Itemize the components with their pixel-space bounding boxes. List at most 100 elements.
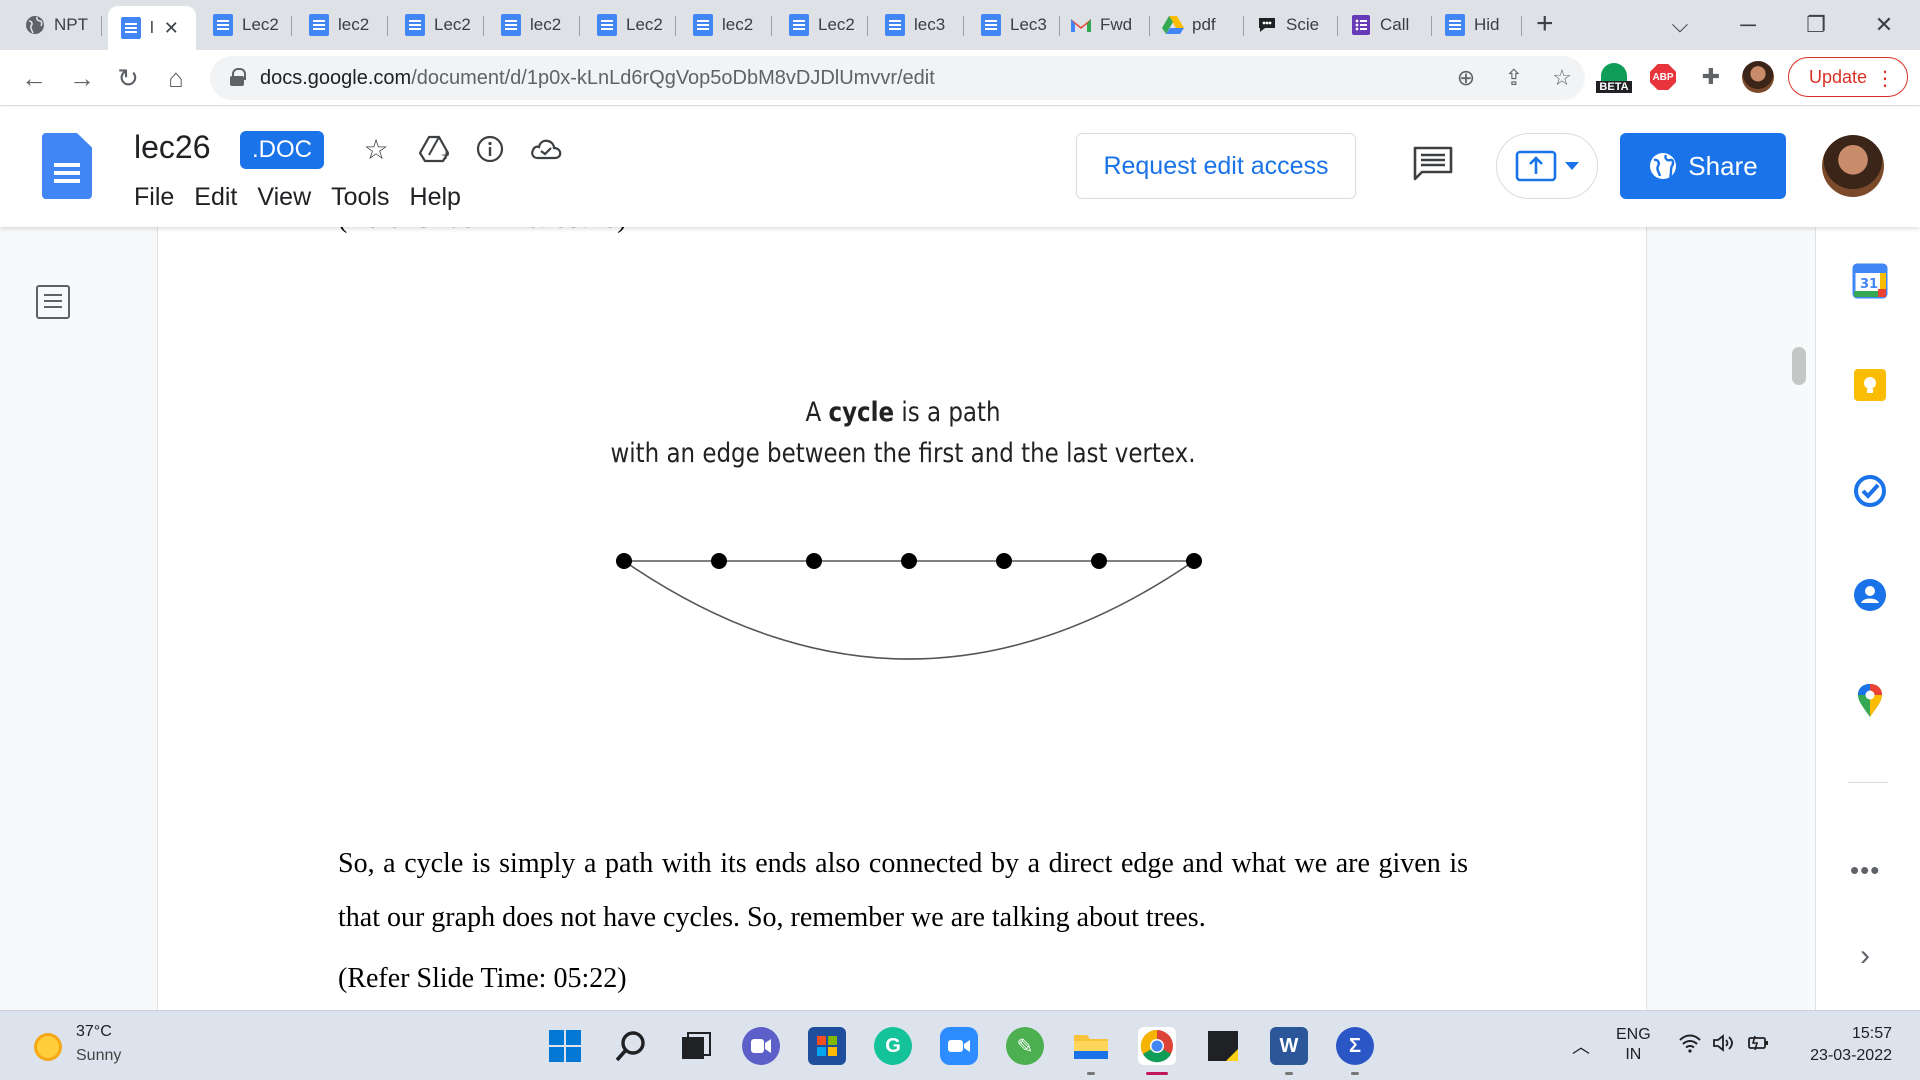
back-arrow-icon[interactable]: ← [14, 58, 54, 98]
tab-title: Lec2 [626, 15, 663, 34]
tasks-icon[interactable] [1852, 473, 1888, 509]
lock-icon[interactable] [230, 68, 246, 86]
restore-icon[interactable]: ❐ [1796, 6, 1836, 44]
docs-logo-icon[interactable] [42, 133, 92, 199]
close-window-icon[interactable]: ✕ [1864, 6, 1904, 44]
side-panel-divider [1848, 782, 1888, 783]
new-tab-button[interactable]: + [1536, 6, 1554, 42]
beta-extension-icon[interactable]: BETA [1596, 56, 1632, 100]
browser-tab[interactable]: Scie [1244, 6, 1338, 44]
zoom-app-icon[interactable] [940, 1027, 978, 1065]
menu-item-view[interactable]: View [247, 179, 321, 216]
browser-tab[interactable]: pdf [1150, 6, 1244, 44]
document-title[interactable]: lec26 [134, 129, 211, 166]
browser-tab[interactable]: Lec3 [968, 6, 1060, 44]
wifi-icon[interactable] [1678, 1033, 1702, 1059]
menu-bar: File Edit View Tools Help [124, 179, 471, 216]
contacts-icon[interactable] [1852, 577, 1888, 613]
grammarly-icon[interactable]: G [874, 1027, 912, 1065]
vertical-scrollbar-thumb[interactable] [1792, 347, 1806, 385]
chat-icon [1256, 14, 1278, 36]
present-icon [1515, 150, 1557, 182]
browser-tab[interactable]: Lec2 [584, 6, 676, 44]
request-edit-access-button[interactable]: Request edit access [1076, 133, 1356, 199]
drive-icon [1162, 14, 1184, 36]
profile-avatar[interactable] [1742, 61, 1774, 93]
tab-separator [1521, 16, 1522, 36]
teams-chat-icon[interactable] [742, 1027, 780, 1065]
zoom-icon[interactable]: ⊕ [1450, 62, 1482, 94]
update-button[interactable]: Update ⋮ [1788, 57, 1908, 97]
expand-panel-icon[interactable]: › [1860, 939, 1870, 973]
extensions-puzzle-icon[interactable]: ✚ [1696, 62, 1726, 92]
browser-tab[interactable]: Lec2 [392, 6, 484, 44]
home-icon[interactable]: ⌂ [156, 58, 196, 98]
browser-tab[interactable]: lec3 [872, 6, 964, 44]
keep-icon[interactable] [1852, 367, 1888, 403]
browser-tab[interactable]: lec2 [488, 6, 580, 44]
docs-icon [596, 14, 618, 36]
browser-tab[interactable]: lec2 [680, 6, 772, 44]
browser-tab[interactable]: Call [1338, 6, 1432, 44]
battery-icon[interactable] [1746, 1033, 1770, 1059]
info-icon[interactable] [472, 131, 508, 167]
tab-close-icon[interactable]: ✕ [164, 18, 179, 39]
tab-title: NPT [54, 15, 88, 34]
document-outline-icon[interactable] [36, 285, 70, 319]
browser-tab[interactable]: Lec2 [200, 6, 292, 44]
share-page-icon[interactable]: ⇪ [1498, 62, 1530, 94]
minimize-icon[interactable]: ─ [1728, 6, 1768, 44]
cloud-saved-icon[interactable] [528, 131, 564, 167]
menu-item-help[interactable]: Help [400, 179, 471, 216]
math-app-icon[interactable]: Σ [1336, 1027, 1374, 1075]
chevron-up-icon[interactable]: ︿ [1572, 1033, 1590, 1059]
search-icon[interactable] [612, 1027, 650, 1065]
calendar-icon[interactable]: 31 [1852, 263, 1888, 299]
star-icon[interactable]: ☆ [358, 131, 394, 167]
volume-icon[interactable] [1712, 1033, 1736, 1059]
graph-vertex [616, 553, 632, 569]
comments-icon[interactable] [1412, 145, 1454, 181]
tab-search-icon[interactable]: ⌵ [1660, 6, 1700, 44]
weather-sun-icon[interactable] [34, 1033, 62, 1061]
pen-app-icon[interactable]: ✎ [1006, 1027, 1044, 1065]
maps-icon[interactable] [1852, 683, 1888, 719]
cycle-closing-edge [623, 560, 1195, 660]
browser-tab[interactable]: Fwd [1058, 6, 1150, 44]
url-text[interactable]: docs.google.com/document/d/1p0x-kLnLd6rQ… [260, 67, 935, 90]
browser-tab[interactable]: NPT [12, 6, 102, 44]
more-addons-icon[interactable]: ••• [1850, 855, 1880, 886]
address-bar[interactable]: docs.google.com/document/d/1p0x-kLnLd6rQ… [210, 56, 1585, 100]
docs-icon [212, 14, 234, 36]
tab-title: lec2 [530, 15, 562, 34]
menu-item-file[interactable]: File [124, 179, 184, 216]
forward-arrow-icon[interactable]: → [62, 58, 102, 98]
menu-item-edit[interactable]: Edit [184, 179, 247, 216]
move-to-drive-icon[interactable]: + [416, 131, 452, 167]
bookmark-star-icon[interactable]: ☆ [1546, 62, 1578, 94]
windows-start-icon[interactable] [546, 1027, 584, 1065]
present-button[interactable] [1496, 133, 1598, 199]
task-view-icon[interactable] [676, 1027, 714, 1065]
weather-temperature[interactable]: 37°C [76, 1023, 112, 1041]
input-language[interactable]: ENG IN [1616, 1025, 1651, 1065]
browser-tab[interactable]: l ✕ [108, 6, 196, 50]
microsoft-store-icon[interactable] [808, 1027, 846, 1065]
file-explorer-icon[interactable] [1072, 1027, 1110, 1075]
menu-item-tools[interactable]: Tools [321, 179, 399, 216]
chrome-icon[interactable] [1138, 1027, 1176, 1075]
browser-tab[interactable]: lec2 [296, 6, 388, 44]
tab-separator [483, 16, 484, 36]
browser-tab[interactable]: Lec2 [776, 6, 868, 44]
graph-vertex [806, 553, 822, 569]
system-clock[interactable]: 15:57 23-03-2022 [1796, 1023, 1892, 1067]
reload-icon[interactable]: ↻ [108, 58, 148, 98]
adblock-plus-icon[interactable]: ABP [1648, 62, 1678, 92]
browser-tab[interactable]: Hid [1432, 6, 1522, 44]
share-button[interactable]: Share [1620, 133, 1786, 199]
sticky-notes-icon[interactable] [1204, 1027, 1242, 1065]
document-page[interactable]: (Refer Slide Time: 05:10) A cycle is a p… [157, 227, 1647, 1010]
weather-condition[interactable]: Sunny [76, 1047, 121, 1065]
account-avatar[interactable] [1822, 135, 1884, 197]
word-icon[interactable]: W [1270, 1027, 1308, 1075]
